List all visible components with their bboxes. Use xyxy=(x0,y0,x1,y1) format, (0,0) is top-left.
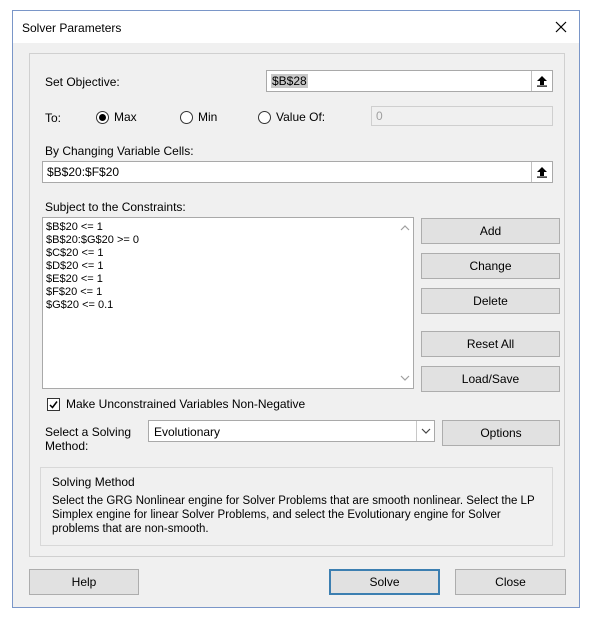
set-objective-ref-button[interactable] xyxy=(531,71,552,91)
constraint-item[interactable]: $C$20 <= 1 xyxy=(43,247,413,260)
value-of-radio[interactable]: Value Of: xyxy=(258,110,325,124)
dialog-title: Solver Parameters xyxy=(22,21,122,35)
method-label-line2: Method: xyxy=(45,439,89,453)
solving-method-group: Solving Method Select the GRG Nonlinear … xyxy=(40,467,553,546)
changing-cells-field[interactable]: $B$20:$F$20 xyxy=(42,161,553,183)
title-bar: Solver Parameters xyxy=(13,11,579,43)
set-objective-label: Set Objective: xyxy=(45,75,120,89)
value-of-field-text: 0 xyxy=(376,109,383,123)
collapse-dialog-icon xyxy=(537,76,547,87)
max-radio[interactable]: Max xyxy=(96,110,137,124)
nonneg-label: Make Unconstrained Variables Non-Negativ… xyxy=(66,397,306,411)
close-button[interactable]: Close xyxy=(455,569,566,595)
method-label-line1: Select a Solving xyxy=(45,425,132,439)
min-radio-indicator xyxy=(180,110,193,124)
to-label: To: xyxy=(45,111,62,125)
checkmark-icon xyxy=(49,400,58,409)
scroll-down-icon[interactable] xyxy=(400,373,410,383)
min-radio[interactable]: Min xyxy=(180,110,217,124)
help-button[interactable]: Help xyxy=(29,569,139,595)
constraints-list[interactable]: $B$20 <= 1 $B$20:$G$20 >= 0 $C$20 <= 1 $D$2… xyxy=(42,217,414,389)
constraint-items: $B$20 <= 1 $B$20:$G$20 >= 0 $C$20 <= 1 $D$2… xyxy=(43,221,413,312)
nonneg-checkbox[interactable] xyxy=(47,397,60,411)
parameters-panel: Set Objective: $B$28 To: Max Min Value O… xyxy=(29,53,565,557)
constraint-item[interactable]: $G$20 <= 0.1 xyxy=(43,299,413,312)
load-save-button[interactable]: Load/Save xyxy=(421,366,560,392)
options-button[interactable]: Options xyxy=(442,420,560,446)
close-icon xyxy=(555,21,567,33)
scroll-up-icon[interactable] xyxy=(400,223,410,233)
solver-parameters-dialog: Solver Parameters Set Objective: $B$28 T… xyxy=(12,10,580,608)
solve-button[interactable]: Solve xyxy=(329,569,440,595)
constraint-item[interactable]: $D$20 <= 1 xyxy=(43,260,413,273)
max-label: Max xyxy=(114,110,137,124)
reset-all-button[interactable]: Reset All xyxy=(421,331,560,357)
constraints-scrollbar[interactable] xyxy=(396,218,413,388)
constraint-item[interactable]: $B$20:$G$20 >= 0 xyxy=(43,234,413,247)
collapse-dialog-icon xyxy=(537,167,547,178)
constraint-item[interactable]: $F$20 <= 1 xyxy=(43,286,413,299)
constraint-item[interactable]: $B$20 <= 1 xyxy=(43,221,413,234)
value-of-radio-indicator xyxy=(258,110,271,124)
solving-method-title: Solving Method xyxy=(52,475,135,489)
solving-method-select[interactable]: Evolutionary xyxy=(148,420,435,442)
changing-cells-ref-button[interactable] xyxy=(531,162,552,182)
delete-button[interactable]: Delete xyxy=(421,288,560,314)
constraint-item[interactable]: $E$20 <= 1 xyxy=(43,273,413,286)
solving-method-description: Select the GRG Nonlinear engine for Solv… xyxy=(52,495,535,535)
min-label: Min xyxy=(198,110,218,124)
chevron-down-icon xyxy=(421,428,430,434)
constraints-label: Subject to the Constraints: xyxy=(45,200,186,214)
value-of-label: Value Of: xyxy=(276,110,326,124)
add-button[interactable]: Add xyxy=(421,218,560,244)
changing-cells-value: $B$20:$F$20 xyxy=(47,165,120,179)
changing-cells-label: By Changing Variable Cells: xyxy=(45,144,194,158)
set-objective-field[interactable]: $B$28 xyxy=(266,70,553,92)
solving-method-dropdown-button[interactable] xyxy=(416,421,434,441)
nonneg-checkbox-row[interactable]: Make Unconstrained Variables Non-Negativ… xyxy=(47,397,305,411)
set-objective-value: $B$28 xyxy=(271,74,308,88)
close-window-button[interactable] xyxy=(549,15,573,39)
value-of-field[interactable]: 0 xyxy=(371,106,553,126)
solving-method-value: Evolutionary xyxy=(154,425,221,439)
change-button[interactable]: Change xyxy=(421,253,560,279)
max-radio-indicator xyxy=(96,110,109,124)
